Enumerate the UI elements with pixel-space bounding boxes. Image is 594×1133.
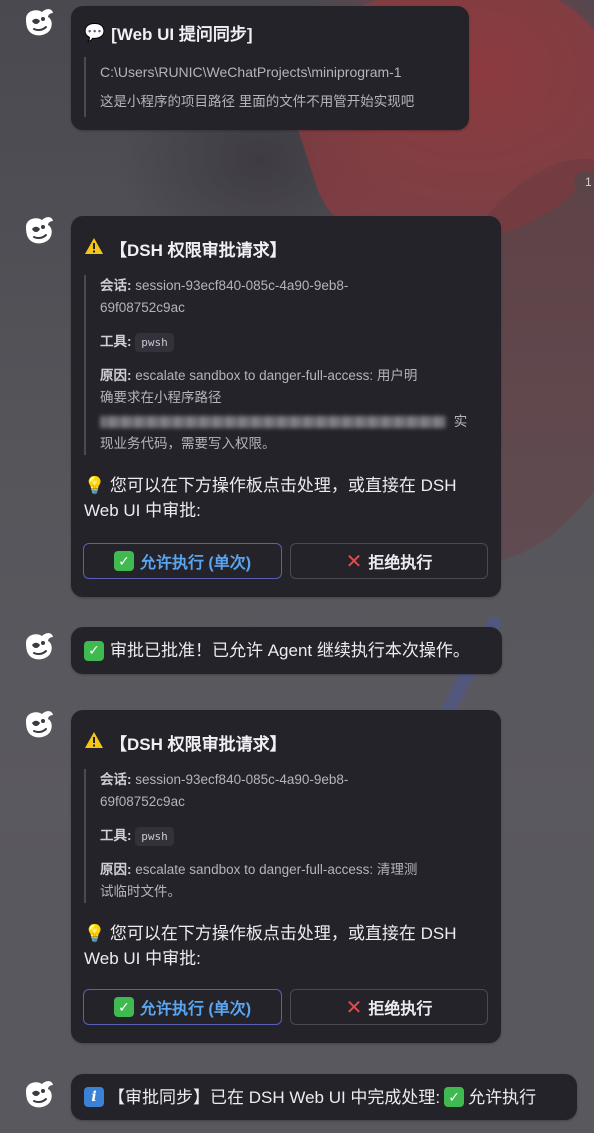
reason-text-end: 现业务代码，需要写入权限。 xyxy=(100,436,276,451)
sync-text: 【审批同步】已在 DSH Web UI 中完成处理: xyxy=(108,1087,441,1107)
bot-avatar-icon xyxy=(22,213,56,247)
sync-result: 允许执行 xyxy=(468,1087,537,1107)
bot-avatar-icon xyxy=(22,707,56,741)
project-path: C:\Users\RUNIC\WeChatProjects\miniprogra… xyxy=(100,64,402,80)
approval-hint: 💡 您可以在下方操作板点击处理，或直接在 DSH Web UI 中审批: xyxy=(84,476,457,520)
allow-once-label: 允许执行 (单次) xyxy=(139,555,252,572)
warning-icon xyxy=(84,731,104,754)
reason-text-cont: 确要求在小程序路径 xyxy=(100,390,222,405)
message-title: [Web UI 提问同步] xyxy=(111,25,253,44)
quote-block: C:\Users\RUNIC\WeChatProjects\miniprogra… xyxy=(84,57,456,117)
approved-text: 审批已批准！已允许 Agent 继续执行本次操作。 xyxy=(110,641,470,660)
reason-text: escalate sandbox to danger-full-access: … xyxy=(135,368,418,383)
cross-icon: ✕ xyxy=(345,550,363,573)
allow-once-label: 允许执行 (单次) xyxy=(139,1001,252,1018)
message-title: 【DSH 权限审批请求】 xyxy=(110,735,287,754)
allow-once-button[interactable]: ✓ 允许执行 (单次) xyxy=(83,989,282,1025)
tool-value: pwsh xyxy=(135,333,174,352)
warning-icon xyxy=(84,237,104,260)
bot-avatar-icon xyxy=(22,1077,56,1111)
message-bubble: 💬 [Web UI 提问同步] C:\Users\RUNIC\WeChatPro… xyxy=(71,6,469,130)
approval-hint: 💡 您可以在下方操作板点击处理，或直接在 DSH Web UI 中审批: xyxy=(84,924,457,968)
tool-label: 工具: xyxy=(100,334,132,349)
cross-icon: ✕ xyxy=(345,996,363,1019)
session-value: session-93ecf840-085c-4a90-9eb8- xyxy=(135,772,349,787)
tool-label: 工具: xyxy=(100,828,132,843)
deny-button[interactable]: ✕ 拒绝执行 xyxy=(290,989,488,1025)
approved-bubble: ✓ 审批已批准！已允许 Agent 继续执行本次操作。 xyxy=(71,627,502,674)
quote-block: 会话: session-93ecf840-085c-4a90-9eb8- 69f… xyxy=(84,769,488,903)
check-icon: ✓ xyxy=(113,551,134,571)
sync-status-bubble: i 【审批同步】已在 DSH Web UI 中完成处理: ✓ 允许执行 xyxy=(71,1074,577,1120)
session-value-cont: 69f08752c9ac xyxy=(100,300,185,315)
approval-request-bubble: 【DSH 权限审批请求】 会话: session-93ecf840-085c-4… xyxy=(71,216,501,597)
reason-text-cont: 试临时文件。 xyxy=(100,884,181,899)
bot-avatar-icon xyxy=(22,5,56,39)
message-title: 【DSH 权限审批请求】 xyxy=(110,241,287,260)
unread-count-badge[interactable]: 1 xyxy=(574,171,594,193)
reason-label: 原因: xyxy=(100,862,132,877)
redacted-path xyxy=(100,416,446,429)
check-icon: ✓ xyxy=(113,997,134,1017)
reason-text-tail: 实 xyxy=(453,414,468,429)
check-icon: ✓ xyxy=(84,640,104,661)
reason-label: 原因: xyxy=(100,368,132,383)
speech-bubble-icon: 💬 xyxy=(84,22,106,42)
session-label: 会话: xyxy=(100,772,132,787)
quote-block: 会话: session-93ecf840-085c-4a90-9eb8- 69f… xyxy=(84,275,488,455)
quote-text: 这是小程序的项目路径 里面的文件不用管开始实现吧 xyxy=(100,94,415,109)
session-value-cont: 69f08752c9ac xyxy=(100,794,185,809)
session-value: session-93ecf840-085c-4a90-9eb8- xyxy=(135,278,349,293)
deny-button[interactable]: ✕ 拒绝执行 xyxy=(290,543,488,579)
reason-text: escalate sandbox to danger-full-access: … xyxy=(135,862,418,877)
tool-value: pwsh xyxy=(135,827,174,846)
check-icon: ✓ xyxy=(444,1087,465,1107)
bot-avatar-icon xyxy=(22,629,56,663)
allow-once-button[interactable]: ✓ 允许执行 (单次) xyxy=(83,543,282,579)
deny-label: 拒绝执行 xyxy=(368,555,433,572)
deny-label: 拒绝执行 xyxy=(368,1001,433,1018)
info-icon: i xyxy=(84,1087,104,1107)
session-label: 会话: xyxy=(100,278,132,293)
